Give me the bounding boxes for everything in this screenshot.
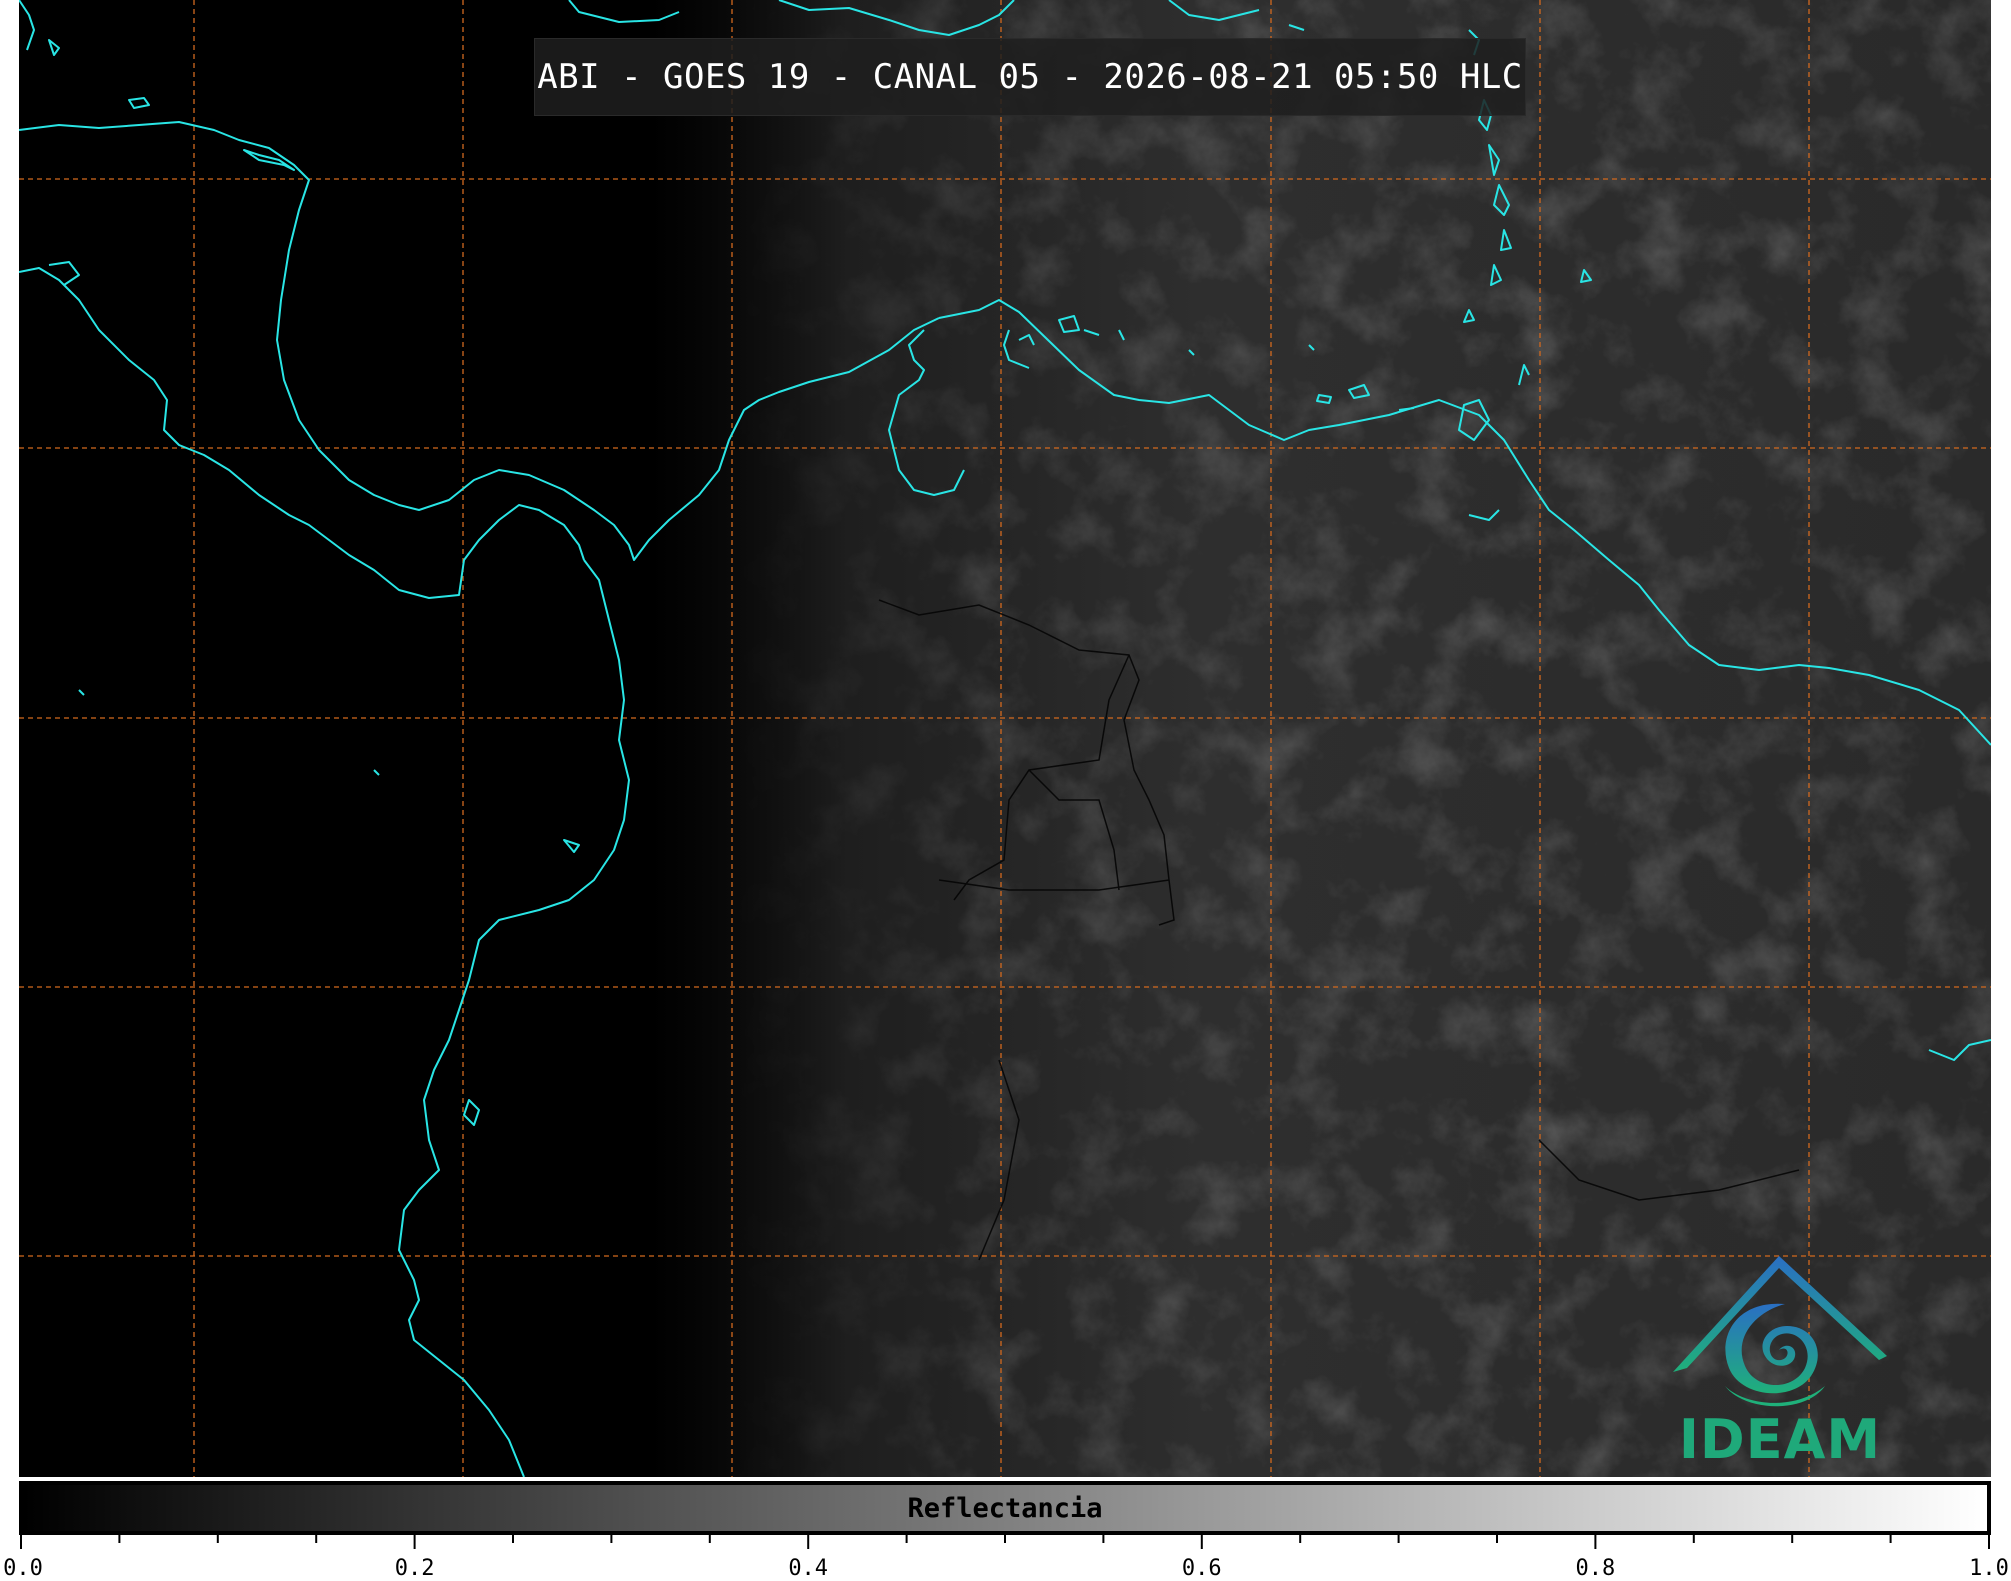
ideam-mountain-swirl-icon bbox=[1673, 1256, 1887, 1407]
colorbar-ticks bbox=[20, 1535, 1990, 1549]
tick-label: 0.8 bbox=[1575, 1556, 1616, 1581]
colorbar-label: Reflectancia bbox=[907, 1492, 1103, 1524]
satellite-map: ABI - GOES 19 - CANAL 05 - 2026-08-21 05… bbox=[19, 0, 1991, 1477]
map-title: ABI - GOES 19 - CANAL 05 - 2026-08-21 05… bbox=[537, 57, 1523, 97]
tick-label: 1.0 bbox=[1969, 1556, 2009, 1581]
colorbar: Reflectancia bbox=[19, 1481, 1991, 1535]
ideam-logo: IDEAM bbox=[1665, 1256, 1895, 1471]
tick-label: 0.4 bbox=[788, 1556, 829, 1581]
tick-label: 0.6 bbox=[1181, 1556, 1222, 1581]
ideam-logo-text: IDEAM bbox=[1678, 1408, 1882, 1471]
tick-label: 0.0 bbox=[3, 1556, 43, 1581]
title-banner: ABI - GOES 19 - CANAL 05 - 2026-08-21 05… bbox=[534, 38, 1526, 116]
tick-label: 0.2 bbox=[394, 1556, 435, 1581]
